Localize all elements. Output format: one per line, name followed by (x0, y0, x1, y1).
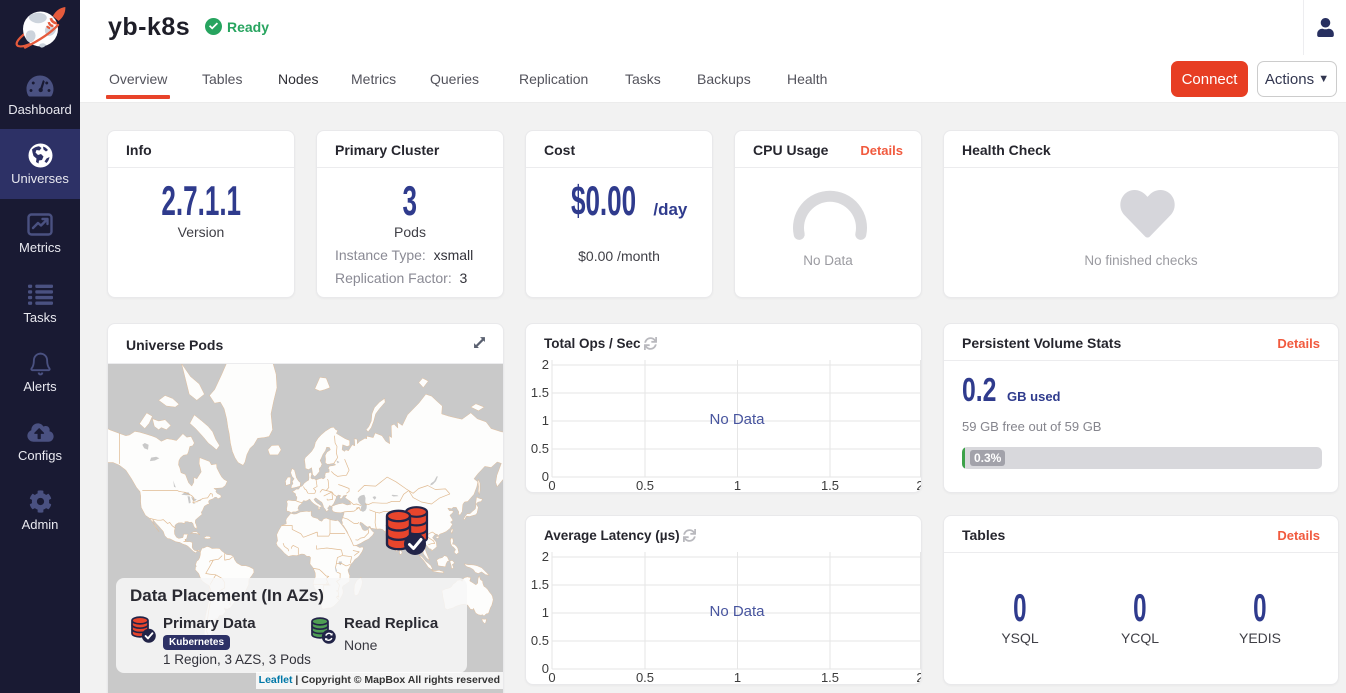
svg-text:0.5: 0.5 (636, 478, 654, 491)
svg-text:0: 0 (548, 670, 555, 683)
svg-text:1: 1 (542, 605, 549, 620)
svg-text:0.5: 0.5 (531, 633, 549, 648)
svg-text:1: 1 (542, 413, 549, 428)
svg-text:0.5: 0.5 (531, 441, 549, 456)
svg-text:1.5: 1.5 (531, 385, 549, 400)
svg-text:1: 1 (734, 478, 741, 491)
svg-text:2: 2 (916, 670, 921, 683)
svg-text:No Data: No Data (709, 603, 765, 620)
svg-text:No Data: No Data (709, 411, 765, 428)
svg-text:1.5: 1.5 (531, 577, 549, 592)
svg-text:1: 1 (734, 670, 741, 683)
svg-text:0: 0 (548, 478, 555, 491)
svg-text:2: 2 (916, 478, 921, 491)
svg-text:0.5: 0.5 (636, 670, 654, 683)
svg-text:2: 2 (542, 360, 549, 372)
svg-text:1.5: 1.5 (821, 478, 839, 491)
svg-text:1.5: 1.5 (821, 670, 839, 683)
svg-text:2: 2 (542, 552, 549, 564)
